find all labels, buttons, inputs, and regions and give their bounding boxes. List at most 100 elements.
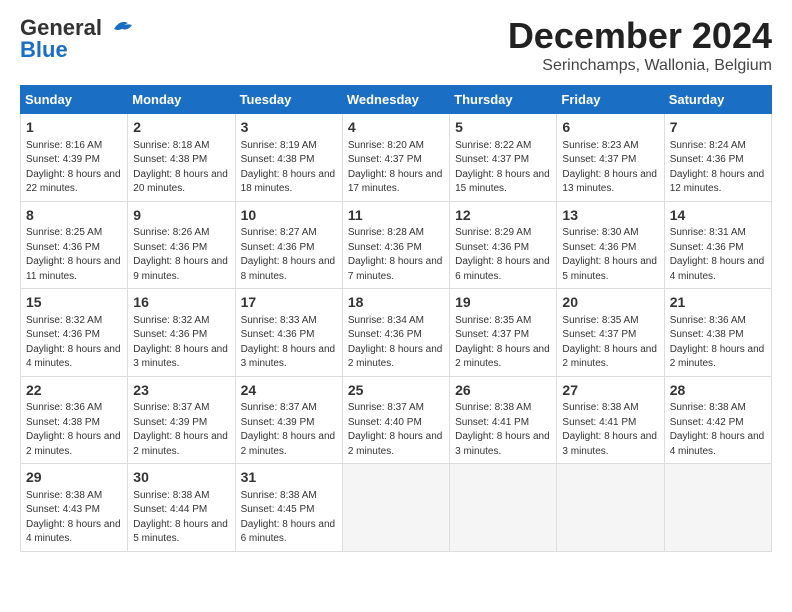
day-number: 13 <box>562 206 658 226</box>
day-info: Sunrise: 8:22 AMSunset: 4:37 PMDaylight:… <box>455 139 551 197</box>
day-info: Sunrise: 8:38 AMSunset: 4:44 PMDaylight:… <box>133 489 229 547</box>
month-title: December 2024 <box>508 15 772 57</box>
day-info: Sunrise: 8:24 AMSunset: 4:36 PMDaylight:… <box>670 139 766 197</box>
table-row: 4Sunrise: 8:20 AMSunset: 4:37 PMDaylight… <box>342 114 449 202</box>
logo: General Blue <box>20 15 136 63</box>
day-number: 1 <box>26 118 122 138</box>
day-info: Sunrise: 8:37 AMSunset: 4:39 PMDaylight:… <box>133 401 229 459</box>
table-row <box>664 464 771 552</box>
day-info: Sunrise: 8:29 AMSunset: 4:36 PMDaylight:… <box>455 226 551 284</box>
day-number: 24 <box>241 381 337 401</box>
col-tuesday: Tuesday <box>235 86 342 114</box>
day-number: 19 <box>455 293 551 313</box>
calendar-week-row: 29Sunrise: 8:38 AMSunset: 4:43 PMDayligh… <box>21 464 772 552</box>
table-row: 22Sunrise: 8:36 AMSunset: 4:38 PMDayligh… <box>21 376 128 464</box>
day-info: Sunrise: 8:37 AMSunset: 4:39 PMDaylight:… <box>241 401 337 459</box>
day-number: 30 <box>133 468 229 488</box>
calendar-week-row: 1Sunrise: 8:16 AMSunset: 4:39 PMDaylight… <box>21 114 772 202</box>
day-number: 11 <box>348 206 444 226</box>
logo-bird-icon <box>106 17 136 39</box>
col-thursday: Thursday <box>450 86 557 114</box>
table-row: 18Sunrise: 8:34 AMSunset: 4:36 PMDayligh… <box>342 289 449 377</box>
table-row: 17Sunrise: 8:33 AMSunset: 4:36 PMDayligh… <box>235 289 342 377</box>
col-friday: Friday <box>557 86 664 114</box>
table-row: 19Sunrise: 8:35 AMSunset: 4:37 PMDayligh… <box>450 289 557 377</box>
calendar: Sunday Monday Tuesday Wednesday Thursday… <box>20 85 772 552</box>
day-info: Sunrise: 8:38 AMSunset: 4:43 PMDaylight:… <box>26 489 122 547</box>
day-number: 8 <box>26 206 122 226</box>
day-info: Sunrise: 8:19 AMSunset: 4:38 PMDaylight:… <box>241 139 337 197</box>
day-header-row: Sunday Monday Tuesday Wednesday Thursday… <box>21 86 772 114</box>
day-number: 14 <box>670 206 766 226</box>
logo-blue: Blue <box>20 37 68 63</box>
table-row: 20Sunrise: 8:35 AMSunset: 4:37 PMDayligh… <box>557 289 664 377</box>
table-row: 2Sunrise: 8:18 AMSunset: 4:38 PMDaylight… <box>128 114 235 202</box>
day-number: 3 <box>241 118 337 138</box>
table-row: 27Sunrise: 8:38 AMSunset: 4:41 PMDayligh… <box>557 376 664 464</box>
calendar-week-row: 22Sunrise: 8:36 AMSunset: 4:38 PMDayligh… <box>21 376 772 464</box>
day-number: 7 <box>670 118 766 138</box>
table-row: 28Sunrise: 8:38 AMSunset: 4:42 PMDayligh… <box>664 376 771 464</box>
day-number: 17 <box>241 293 337 313</box>
table-row: 10Sunrise: 8:27 AMSunset: 4:36 PMDayligh… <box>235 201 342 289</box>
day-info: Sunrise: 8:38 AMSunset: 4:41 PMDaylight:… <box>455 401 551 459</box>
day-number: 15 <box>26 293 122 313</box>
table-row: 31Sunrise: 8:38 AMSunset: 4:45 PMDayligh… <box>235 464 342 552</box>
col-wednesday: Wednesday <box>342 86 449 114</box>
calendar-header: Sunday Monday Tuesday Wednesday Thursday… <box>21 86 772 114</box>
table-row: 11Sunrise: 8:28 AMSunset: 4:36 PMDayligh… <box>342 201 449 289</box>
table-row: 29Sunrise: 8:38 AMSunset: 4:43 PMDayligh… <box>21 464 128 552</box>
day-number: 20 <box>562 293 658 313</box>
calendar-week-row: 8Sunrise: 8:25 AMSunset: 4:36 PMDaylight… <box>21 201 772 289</box>
day-info: Sunrise: 8:34 AMSunset: 4:36 PMDaylight:… <box>348 314 444 372</box>
day-number: 2 <box>133 118 229 138</box>
header: General Blue December 2024 Serinchamps, … <box>20 15 772 75</box>
table-row: 21Sunrise: 8:36 AMSunset: 4:38 PMDayligh… <box>664 289 771 377</box>
day-info: Sunrise: 8:18 AMSunset: 4:38 PMDaylight:… <box>133 139 229 197</box>
table-row: 7Sunrise: 8:24 AMSunset: 4:36 PMDaylight… <box>664 114 771 202</box>
day-number: 31 <box>241 468 337 488</box>
col-saturday: Saturday <box>664 86 771 114</box>
table-row: 26Sunrise: 8:38 AMSunset: 4:41 PMDayligh… <box>450 376 557 464</box>
table-row: 23Sunrise: 8:37 AMSunset: 4:39 PMDayligh… <box>128 376 235 464</box>
day-info: Sunrise: 8:28 AMSunset: 4:36 PMDaylight:… <box>348 226 444 284</box>
location-subtitle: Serinchamps, Wallonia, Belgium <box>508 57 772 75</box>
table-row: 16Sunrise: 8:32 AMSunset: 4:36 PMDayligh… <box>128 289 235 377</box>
day-info: Sunrise: 8:38 AMSunset: 4:41 PMDaylight:… <box>562 401 658 459</box>
table-row: 24Sunrise: 8:37 AMSunset: 4:39 PMDayligh… <box>235 376 342 464</box>
day-info: Sunrise: 8:37 AMSunset: 4:40 PMDaylight:… <box>348 401 444 459</box>
col-sunday: Sunday <box>21 86 128 114</box>
day-number: 9 <box>133 206 229 226</box>
day-number: 21 <box>670 293 766 313</box>
day-number: 27 <box>562 381 658 401</box>
table-row: 5Sunrise: 8:22 AMSunset: 4:37 PMDaylight… <box>450 114 557 202</box>
day-info: Sunrise: 8:38 AMSunset: 4:45 PMDaylight:… <box>241 489 337 547</box>
day-info: Sunrise: 8:32 AMSunset: 4:36 PMDaylight:… <box>133 314 229 372</box>
day-number: 10 <box>241 206 337 226</box>
day-number: 26 <box>455 381 551 401</box>
day-info: Sunrise: 8:16 AMSunset: 4:39 PMDaylight:… <box>26 139 122 197</box>
day-info: Sunrise: 8:23 AMSunset: 4:37 PMDaylight:… <box>562 139 658 197</box>
day-info: Sunrise: 8:35 AMSunset: 4:37 PMDaylight:… <box>455 314 551 372</box>
day-number: 5 <box>455 118 551 138</box>
table-row: 9Sunrise: 8:26 AMSunset: 4:36 PMDaylight… <box>128 201 235 289</box>
day-number: 18 <box>348 293 444 313</box>
day-info: Sunrise: 8:33 AMSunset: 4:36 PMDaylight:… <box>241 314 337 372</box>
day-number: 4 <box>348 118 444 138</box>
day-info: Sunrise: 8:20 AMSunset: 4:37 PMDaylight:… <box>348 139 444 197</box>
day-info: Sunrise: 8:36 AMSunset: 4:38 PMDaylight:… <box>26 401 122 459</box>
table-row: 8Sunrise: 8:25 AMSunset: 4:36 PMDaylight… <box>21 201 128 289</box>
day-number: 23 <box>133 381 229 401</box>
table-row: 3Sunrise: 8:19 AMSunset: 4:38 PMDaylight… <box>235 114 342 202</box>
day-number: 29 <box>26 468 122 488</box>
table-row: 30Sunrise: 8:38 AMSunset: 4:44 PMDayligh… <box>128 464 235 552</box>
page: General Blue December 2024 Serinchamps, … <box>0 0 792 612</box>
col-monday: Monday <box>128 86 235 114</box>
table-row: 25Sunrise: 8:37 AMSunset: 4:40 PMDayligh… <box>342 376 449 464</box>
table-row: 15Sunrise: 8:32 AMSunset: 4:36 PMDayligh… <box>21 289 128 377</box>
calendar-body: 1Sunrise: 8:16 AMSunset: 4:39 PMDaylight… <box>21 114 772 552</box>
day-info: Sunrise: 8:27 AMSunset: 4:36 PMDaylight:… <box>241 226 337 284</box>
table-row: 12Sunrise: 8:29 AMSunset: 4:36 PMDayligh… <box>450 201 557 289</box>
day-number: 6 <box>562 118 658 138</box>
day-info: Sunrise: 8:25 AMSunset: 4:36 PMDaylight:… <box>26 226 122 284</box>
